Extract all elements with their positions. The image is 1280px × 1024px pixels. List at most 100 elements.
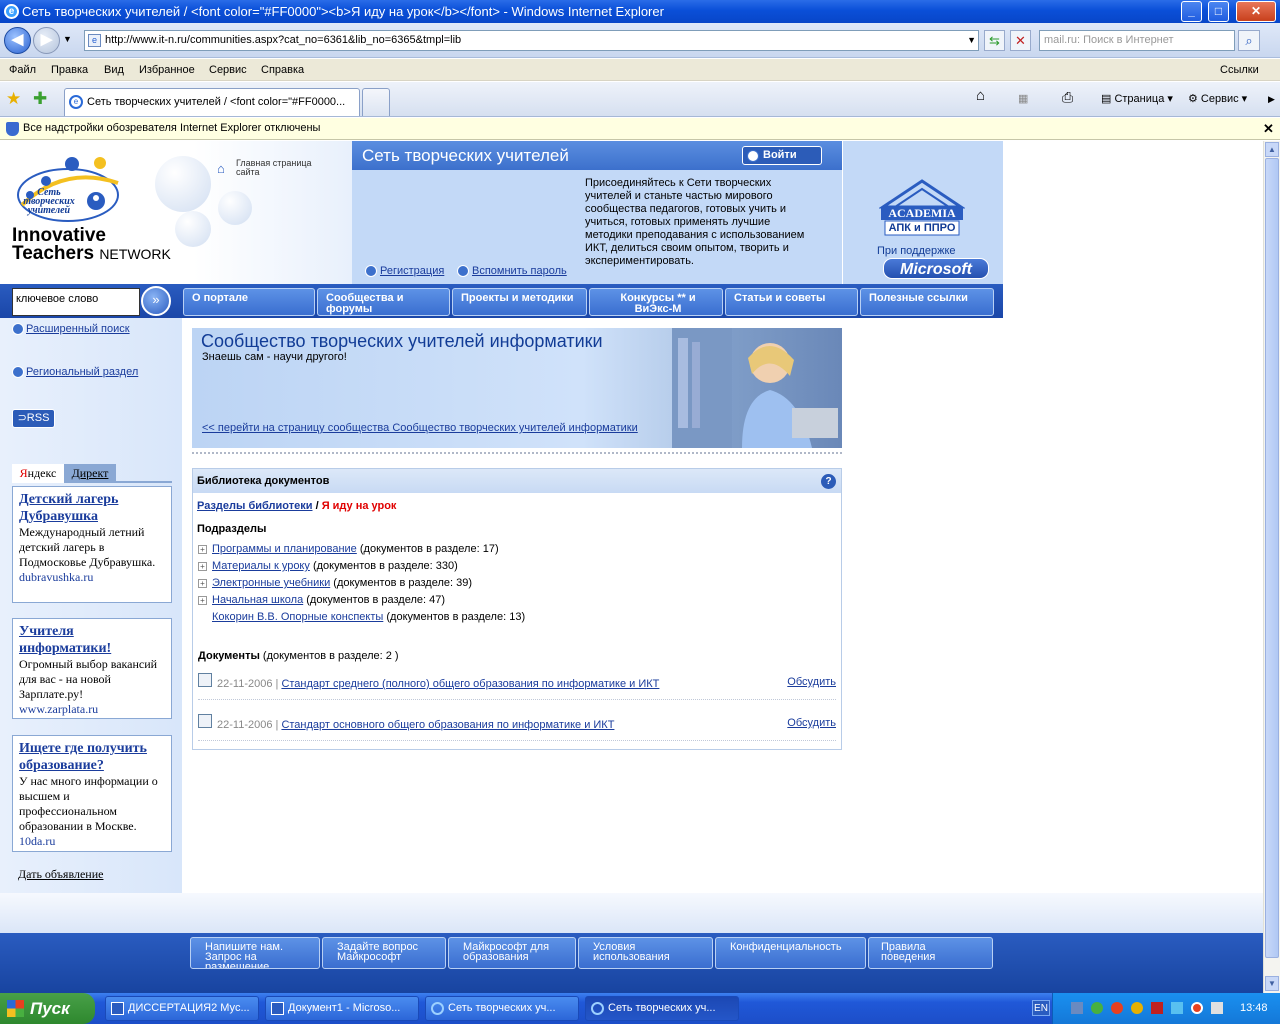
nav-articles[interactable]: Статьи и советы: [725, 288, 858, 316]
search-go-button[interactable]: »: [141, 286, 171, 316]
taskbar-item[interactable]: Сеть творческих уч...: [425, 996, 579, 1021]
chevron-right-icon[interactable]: ▶: [1268, 91, 1275, 107]
home-icon[interactable]: ⌂: [976, 88, 985, 104]
nav-links[interactable]: Полезные ссылки: [860, 288, 994, 316]
footer-terms[interactable]: Условия использования: [578, 937, 713, 969]
ad-url[interactable]: dubravushka.ru: [19, 570, 165, 585]
start-button[interactable]: Пуск: [0, 993, 95, 1024]
document-link[interactable]: Стандарт среднего (полного) общего образ…: [281, 678, 659, 690]
back-button[interactable]: ◀: [4, 27, 31, 54]
tray-icon[interactable]: [1151, 1002, 1163, 1014]
menu-tools[interactable]: Сервис: [209, 59, 247, 81]
menu-view[interactable]: Вид: [104, 59, 124, 81]
subsection-link[interactable]: Программы и планирование: [212, 543, 357, 555]
taskbar-item[interactable]: ДИССЕРТАЦИЯ2 Мус...: [105, 996, 259, 1021]
rss-button[interactable]: ⊃RSS: [12, 409, 55, 428]
tray-icon[interactable]: [1111, 1002, 1123, 1014]
discuss-link[interactable]: Обсудить: [787, 676, 836, 688]
discuss-link[interactable]: Обсудить: [787, 717, 836, 729]
home-link[interactable]: Главная страница сайта: [236, 159, 316, 177]
address-input[interactable]: e http://www.it-n.ru/communities.aspx?ca…: [84, 30, 979, 51]
tray-icon[interactable]: [1091, 1002, 1103, 1014]
remind-password-link[interactable]: Вспомнить пароль: [472, 265, 567, 277]
ad-title[interactable]: Ищете где получить образование?: [19, 740, 165, 774]
scroll-thumb[interactable]: [1265, 158, 1279, 958]
taskbar-item-active[interactable]: Сеть творческих уч...: [585, 996, 739, 1021]
nav-projects[interactable]: Проекты и методики: [452, 288, 587, 316]
footer-microsoft-education[interactable]: Майкрософт для образования: [448, 937, 576, 969]
add-favorites-icon[interactable]: ✚: [33, 89, 47, 109]
tools-menu[interactable]: ⚙ Сервис ▾: [1188, 91, 1247, 107]
ad-block[interactable]: Учителя информатики! Огромный выбор вака…: [12, 618, 172, 719]
login-button[interactable]: Войти: [742, 146, 822, 165]
microsoft-logo[interactable]: Microsoft: [883, 258, 989, 279]
feeds-icon[interactable]: ▦: [1018, 91, 1028, 107]
info-bar[interactable]: Все надстройки обозревателя Internet Exp…: [0, 118, 1280, 140]
tray-icon[interactable]: [1171, 1002, 1183, 1014]
document-link[interactable]: Стандарт основного общего образования по…: [281, 719, 614, 731]
home-icon[interactable]: ⌂: [217, 161, 225, 176]
tray-icon[interactable]: [1131, 1002, 1143, 1014]
ad-url[interactable]: www.zarplata.ru: [19, 702, 165, 717]
footer-privacy[interactable]: Конфиденциальность: [715, 937, 866, 969]
stop-icon[interactable]: ✕: [1010, 30, 1031, 51]
expand-icon[interactable]: +: [198, 545, 207, 554]
close-button[interactable]: ✕: [1236, 1, 1276, 22]
help-icon[interactable]: ?: [821, 474, 836, 489]
footer-ask-microsoft[interactable]: Задайте вопрос Майкрософт: [322, 937, 446, 969]
history-dropdown-icon[interactable]: ▼: [63, 34, 72, 44]
ad-url[interactable]: 10da.ru: [19, 834, 165, 849]
expand-icon[interactable]: +: [198, 596, 207, 605]
ad-title[interactable]: Детский лагерь Дубравушка: [19, 491, 165, 525]
vertical-scrollbar[interactable]: ▲ ▼: [1263, 141, 1280, 993]
minimize-button[interactable]: _: [1181, 1, 1202, 22]
nav-about[interactable]: О портале: [183, 288, 315, 316]
forward-button[interactable]: ▶: [33, 27, 60, 54]
keyword-input[interactable]: ключевое слово: [12, 288, 140, 316]
refresh-icon[interactable]: ⇆: [984, 30, 1005, 51]
tab-direct[interactable]: Директ: [64, 464, 116, 483]
nav-contests[interactable]: Конкурсы ** и ВиЭкс-М: [589, 288, 723, 316]
clock[interactable]: 13:48: [1240, 993, 1268, 1024]
breadcrumb-root[interactable]: Разделы библиотеки: [197, 500, 313, 512]
search-input[interactable]: mail.ru: Поиск в Интернет: [1039, 30, 1235, 51]
subsection-link[interactable]: Материалы к уроку: [212, 560, 310, 572]
new-tab-button[interactable]: [362, 88, 390, 116]
ad-block[interactable]: Ищете где получить образование? У нас мн…: [12, 735, 172, 852]
ad-block[interactable]: Детский лагерь Дубравушка Международный …: [12, 486, 172, 603]
menu-help[interactable]: Справка: [261, 59, 304, 81]
tab-active[interactable]: e Сеть творческих учителей / <font color…: [64, 88, 360, 116]
scroll-down-icon[interactable]: ▼: [1265, 976, 1279, 991]
ad-title[interactable]: Учителя информатики!: [19, 623, 165, 657]
volume-icon[interactable]: [1211, 1002, 1223, 1014]
favorites-star-icon[interactable]: ★: [6, 89, 21, 109]
footer-rules[interactable]: Правила поведения: [868, 937, 993, 969]
subsection-link[interactable]: Кокорин В.В. Опорные конспекты: [212, 611, 383, 623]
links-toolbar[interactable]: Ссылки: [1220, 59, 1259, 81]
language-indicator[interactable]: EN: [1032, 1000, 1050, 1016]
maximize-button[interactable]: □: [1208, 1, 1229, 22]
footer-contact[interactable]: Напишите нам. Запрос на размещение рекла…: [190, 937, 320, 969]
subsection-link[interactable]: Электронные учебники: [212, 577, 330, 589]
nav-communities[interactable]: Сообщества и форумы: [317, 288, 450, 316]
community-page-link[interactable]: << перейти на страницу сообщества Сообще…: [202, 422, 638, 434]
tab-yandex[interactable]: Яндекс: [12, 464, 64, 483]
subsection-link[interactable]: Начальная школа: [212, 594, 303, 606]
print-icon[interactable]: ⎙: [1062, 89, 1073, 105]
tray-icon[interactable]: [1191, 1002, 1203, 1014]
menu-edit[interactable]: Правка: [51, 59, 88, 81]
post-ad-link[interactable]: Дать объявление: [18, 867, 103, 882]
page-menu[interactable]: ▤ Страница ▾: [1101, 91, 1173, 107]
scroll-up-icon[interactable]: ▲: [1265, 142, 1279, 157]
search-icon[interactable]: ⌕: [1238, 30, 1260, 51]
tray-icon[interactable]: [1071, 1002, 1083, 1014]
academia-logo[interactable]: ACADEMIA АПК и ППРО: [878, 179, 966, 237]
taskbar-item[interactable]: Документ1 - Microso...: [265, 996, 419, 1021]
advanced-search-link[interactable]: Расширенный поиск: [26, 323, 130, 335]
expand-icon[interactable]: +: [198, 562, 207, 571]
address-dropdown-icon[interactable]: ▼: [967, 31, 976, 50]
expand-icon[interactable]: +: [198, 579, 207, 588]
register-link[interactable]: Регистрация: [380, 265, 444, 277]
regional-link[interactable]: Региональный раздел: [26, 366, 138, 378]
menu-file[interactable]: Файл: [9, 59, 36, 81]
